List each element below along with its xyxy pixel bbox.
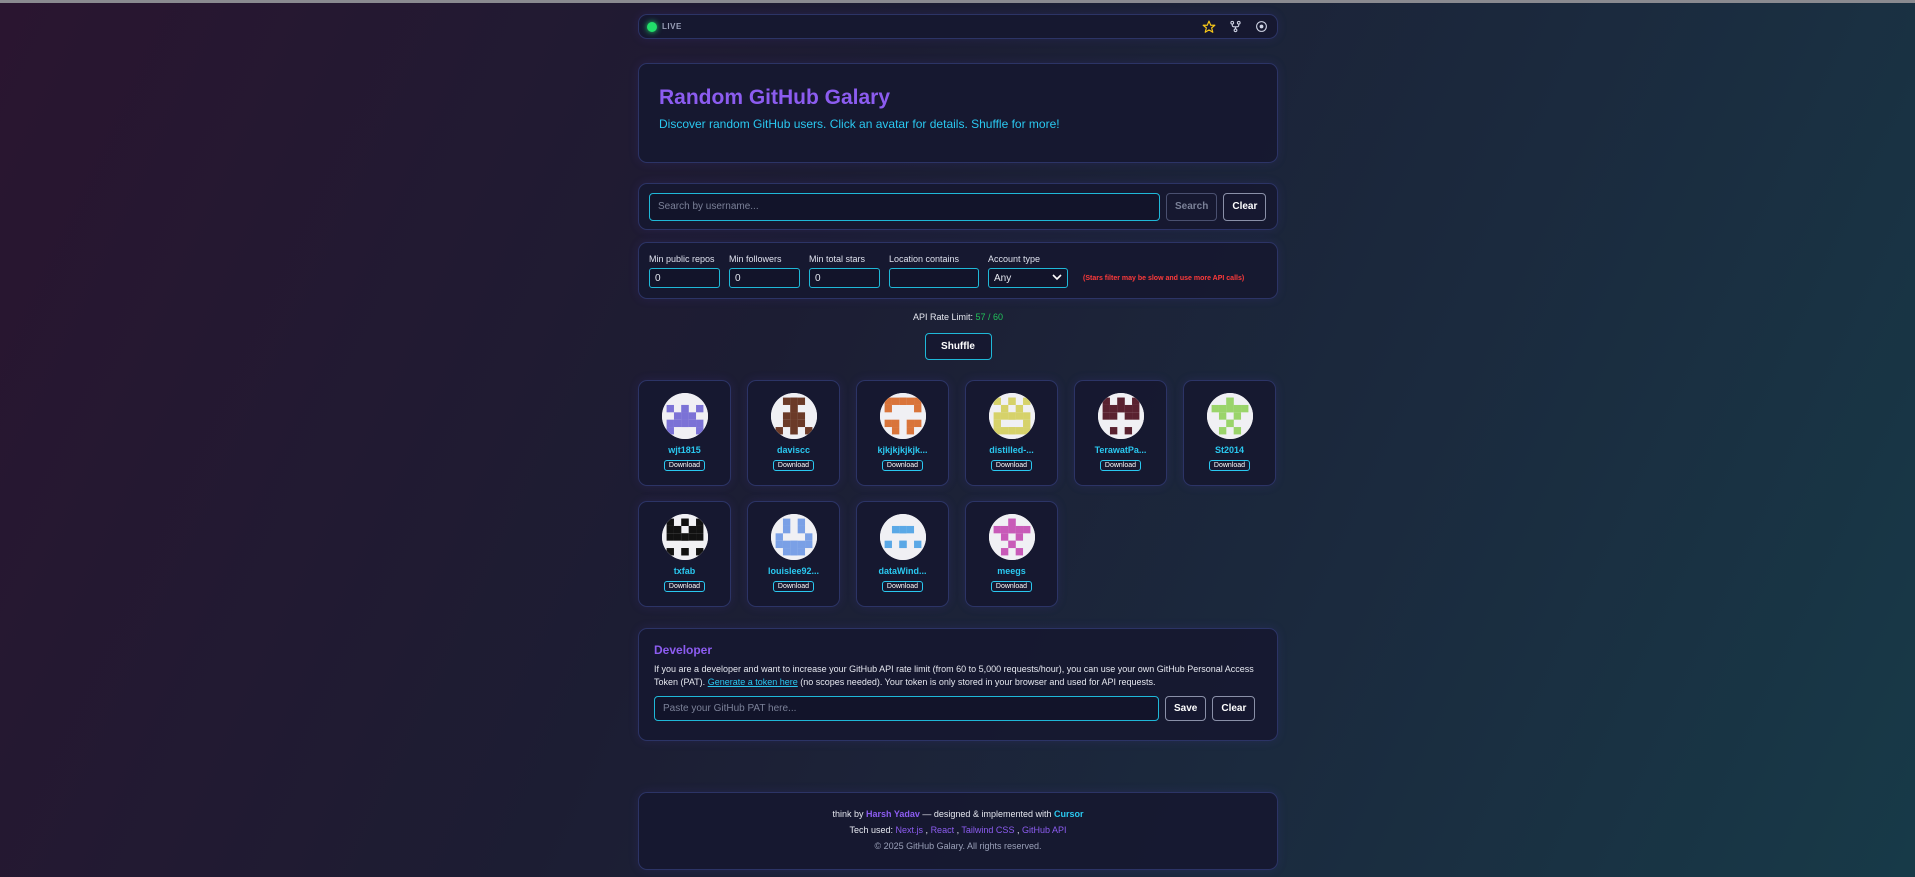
user-name: txfab	[673, 566, 696, 576]
live-label: LIVE	[662, 22, 682, 31]
download-button[interactable]: Download	[1208, 460, 1251, 471]
user-avatar[interactable]	[770, 393, 817, 439]
user-card[interactable]: daviscc Download	[747, 380, 840, 486]
min-repos-label: Min public repos	[649, 254, 715, 264]
user-grid: wjt1815 Download daviscc Download kjkjkjkjkj…	[638, 380, 1278, 607]
generate-token-link[interactable]: Generate a token here	[708, 677, 798, 687]
page-subtitle: Discover random GitHub users. Click an a…	[659, 117, 1060, 131]
min-followers-input[interactable]	[729, 268, 800, 288]
download-button[interactable]: Download	[881, 460, 924, 471]
min-followers-label: Min followers	[729, 254, 782, 264]
user-avatar[interactable]	[879, 514, 926, 560]
user-name: kjkjkjkjkjk...	[877, 445, 928, 455]
download-button[interactable]: Download	[1099, 460, 1142, 471]
live-indicator-icon	[647, 21, 657, 32]
user-card[interactable]: TerawatPa... Download	[1074, 380, 1167, 486]
tech-link-nextjs[interactable]: Next.js	[896, 825, 924, 835]
watch-icon[interactable]	[1253, 19, 1269, 35]
think-by-text: think by	[832, 809, 864, 819]
star-icon[interactable]	[1201, 19, 1217, 35]
developer-section: Developer If you are a developer and wan…	[638, 628, 1278, 741]
search-input[interactable]	[649, 192, 1160, 221]
user-avatar[interactable]	[1206, 393, 1253, 439]
user-name: daviscc	[776, 445, 811, 455]
filters-panel: Min public repos Min followers Min total…	[638, 242, 1278, 299]
user-name: wjt1815	[668, 445, 701, 455]
user-name: louislee92...	[767, 566, 820, 576]
user-avatar[interactable]	[988, 514, 1035, 560]
user-card[interactable]: txfab Download	[638, 501, 731, 607]
download-button[interactable]: Download	[881, 581, 924, 592]
download-button[interactable]: Download	[990, 460, 1033, 471]
footer: think by Harsh Yadav — designed & implem…	[638, 792, 1278, 870]
download-button[interactable]: Download	[772, 581, 815, 592]
account-type-label: Account type	[988, 254, 1041, 264]
min-stars-input[interactable]	[809, 268, 880, 288]
user-avatar[interactable]	[988, 393, 1035, 439]
search-bar: Search Clear	[638, 183, 1278, 230]
user-card[interactable]: louislee92... Download	[747, 501, 840, 607]
rate-limit-label: API Rate Limit:	[912, 312, 973, 322]
user-card[interactable]: wjt1815 Download	[638, 380, 731, 486]
chevron-down-icon	[1052, 273, 1062, 284]
user-avatar[interactable]	[1097, 393, 1144, 439]
user-card[interactable]: meegs Download	[965, 501, 1058, 607]
download-button[interactable]: Download	[772, 460, 815, 471]
cursor-link[interactable]: Cursor	[1054, 809, 1084, 819]
user-name: meegs	[997, 566, 1026, 576]
user-avatar[interactable]	[879, 393, 926, 439]
designed-text: — designed & implemented with	[922, 809, 1052, 819]
fork-icon[interactable]	[1227, 19, 1243, 35]
tech-link-tailwind[interactable]: Tailwind CSS	[961, 825, 1014, 835]
user-name: TerawatPa...	[1094, 445, 1147, 455]
user-card[interactable]: distilled-... Download	[965, 380, 1058, 486]
rate-limit-value: 57 / 60	[975, 312, 1004, 322]
footer-credits: think by Harsh Yadav — designed & implem…	[639, 809, 1277, 819]
status-bar: LIVE	[638, 14, 1278, 39]
min-repos-input[interactable]	[649, 268, 720, 288]
pat-input[interactable]	[654, 696, 1159, 721]
user-avatar[interactable]	[661, 514, 708, 560]
save-token-button[interactable]: Save	[1165, 696, 1207, 721]
download-button[interactable]: Download	[663, 581, 706, 592]
shuffle-row: Shuffle	[638, 333, 1278, 360]
account-type-select[interactable]: Any	[988, 268, 1068, 288]
location-label: Location contains	[889, 254, 960, 264]
tech-label: Tech used:	[849, 825, 894, 835]
developer-title: Developer	[654, 643, 713, 657]
account-type-value: Any	[994, 272, 1012, 284]
user-card[interactable]: St2014 Download	[1183, 380, 1276, 486]
user-card[interactable]: kjkjkjkjkjk... Download	[856, 380, 949, 486]
tech-link-github-api[interactable]: GitHub API	[1022, 825, 1067, 835]
min-stars-label: Min total stars	[809, 254, 866, 264]
user-name: dataWind...	[878, 566, 927, 576]
author-link[interactable]: Harsh Yadav	[866, 809, 920, 819]
user-avatar[interactable]	[770, 514, 817, 560]
location-input[interactable]	[889, 268, 979, 288]
clear-token-button[interactable]: Clear	[1212, 696, 1256, 721]
browser-top-line	[0, 0, 1915, 3]
footer-tech: Tech used: Next.js , React , Tailwind CS…	[849, 825, 1067, 835]
user-avatar[interactable]	[661, 393, 708, 439]
user-name: distilled-...	[989, 445, 1034, 455]
page-title: Random GitHub Galary	[659, 86, 891, 109]
rate-limit: API Rate Limit: 57 / 60	[638, 312, 1278, 322]
download-button[interactable]: Download	[663, 460, 706, 471]
tech-link-react[interactable]: React	[931, 825, 955, 835]
shuffle-button[interactable]: Shuffle	[924, 333, 992, 360]
download-button[interactable]: Download	[990, 581, 1033, 592]
stars-filter-warning: (Stars filter may be slow and use more A…	[1083, 275, 1245, 282]
user-card[interactable]: dataWind... Download	[856, 501, 949, 607]
search-button[interactable]: Search	[1166, 192, 1218, 221]
developer-description: If you are a developer and want to incre…	[654, 663, 1262, 689]
user-name: St2014	[1214, 445, 1245, 455]
clear-search-button[interactable]: Clear	[1223, 192, 1267, 221]
developer-text-2: (no scopes needed). Your token is only s…	[800, 677, 1156, 687]
hero-section: Random GitHub Galary Discover random Git…	[638, 63, 1278, 163]
copyright: © 2025 GitHub Galary. All rights reserve…	[874, 841, 1042, 851]
